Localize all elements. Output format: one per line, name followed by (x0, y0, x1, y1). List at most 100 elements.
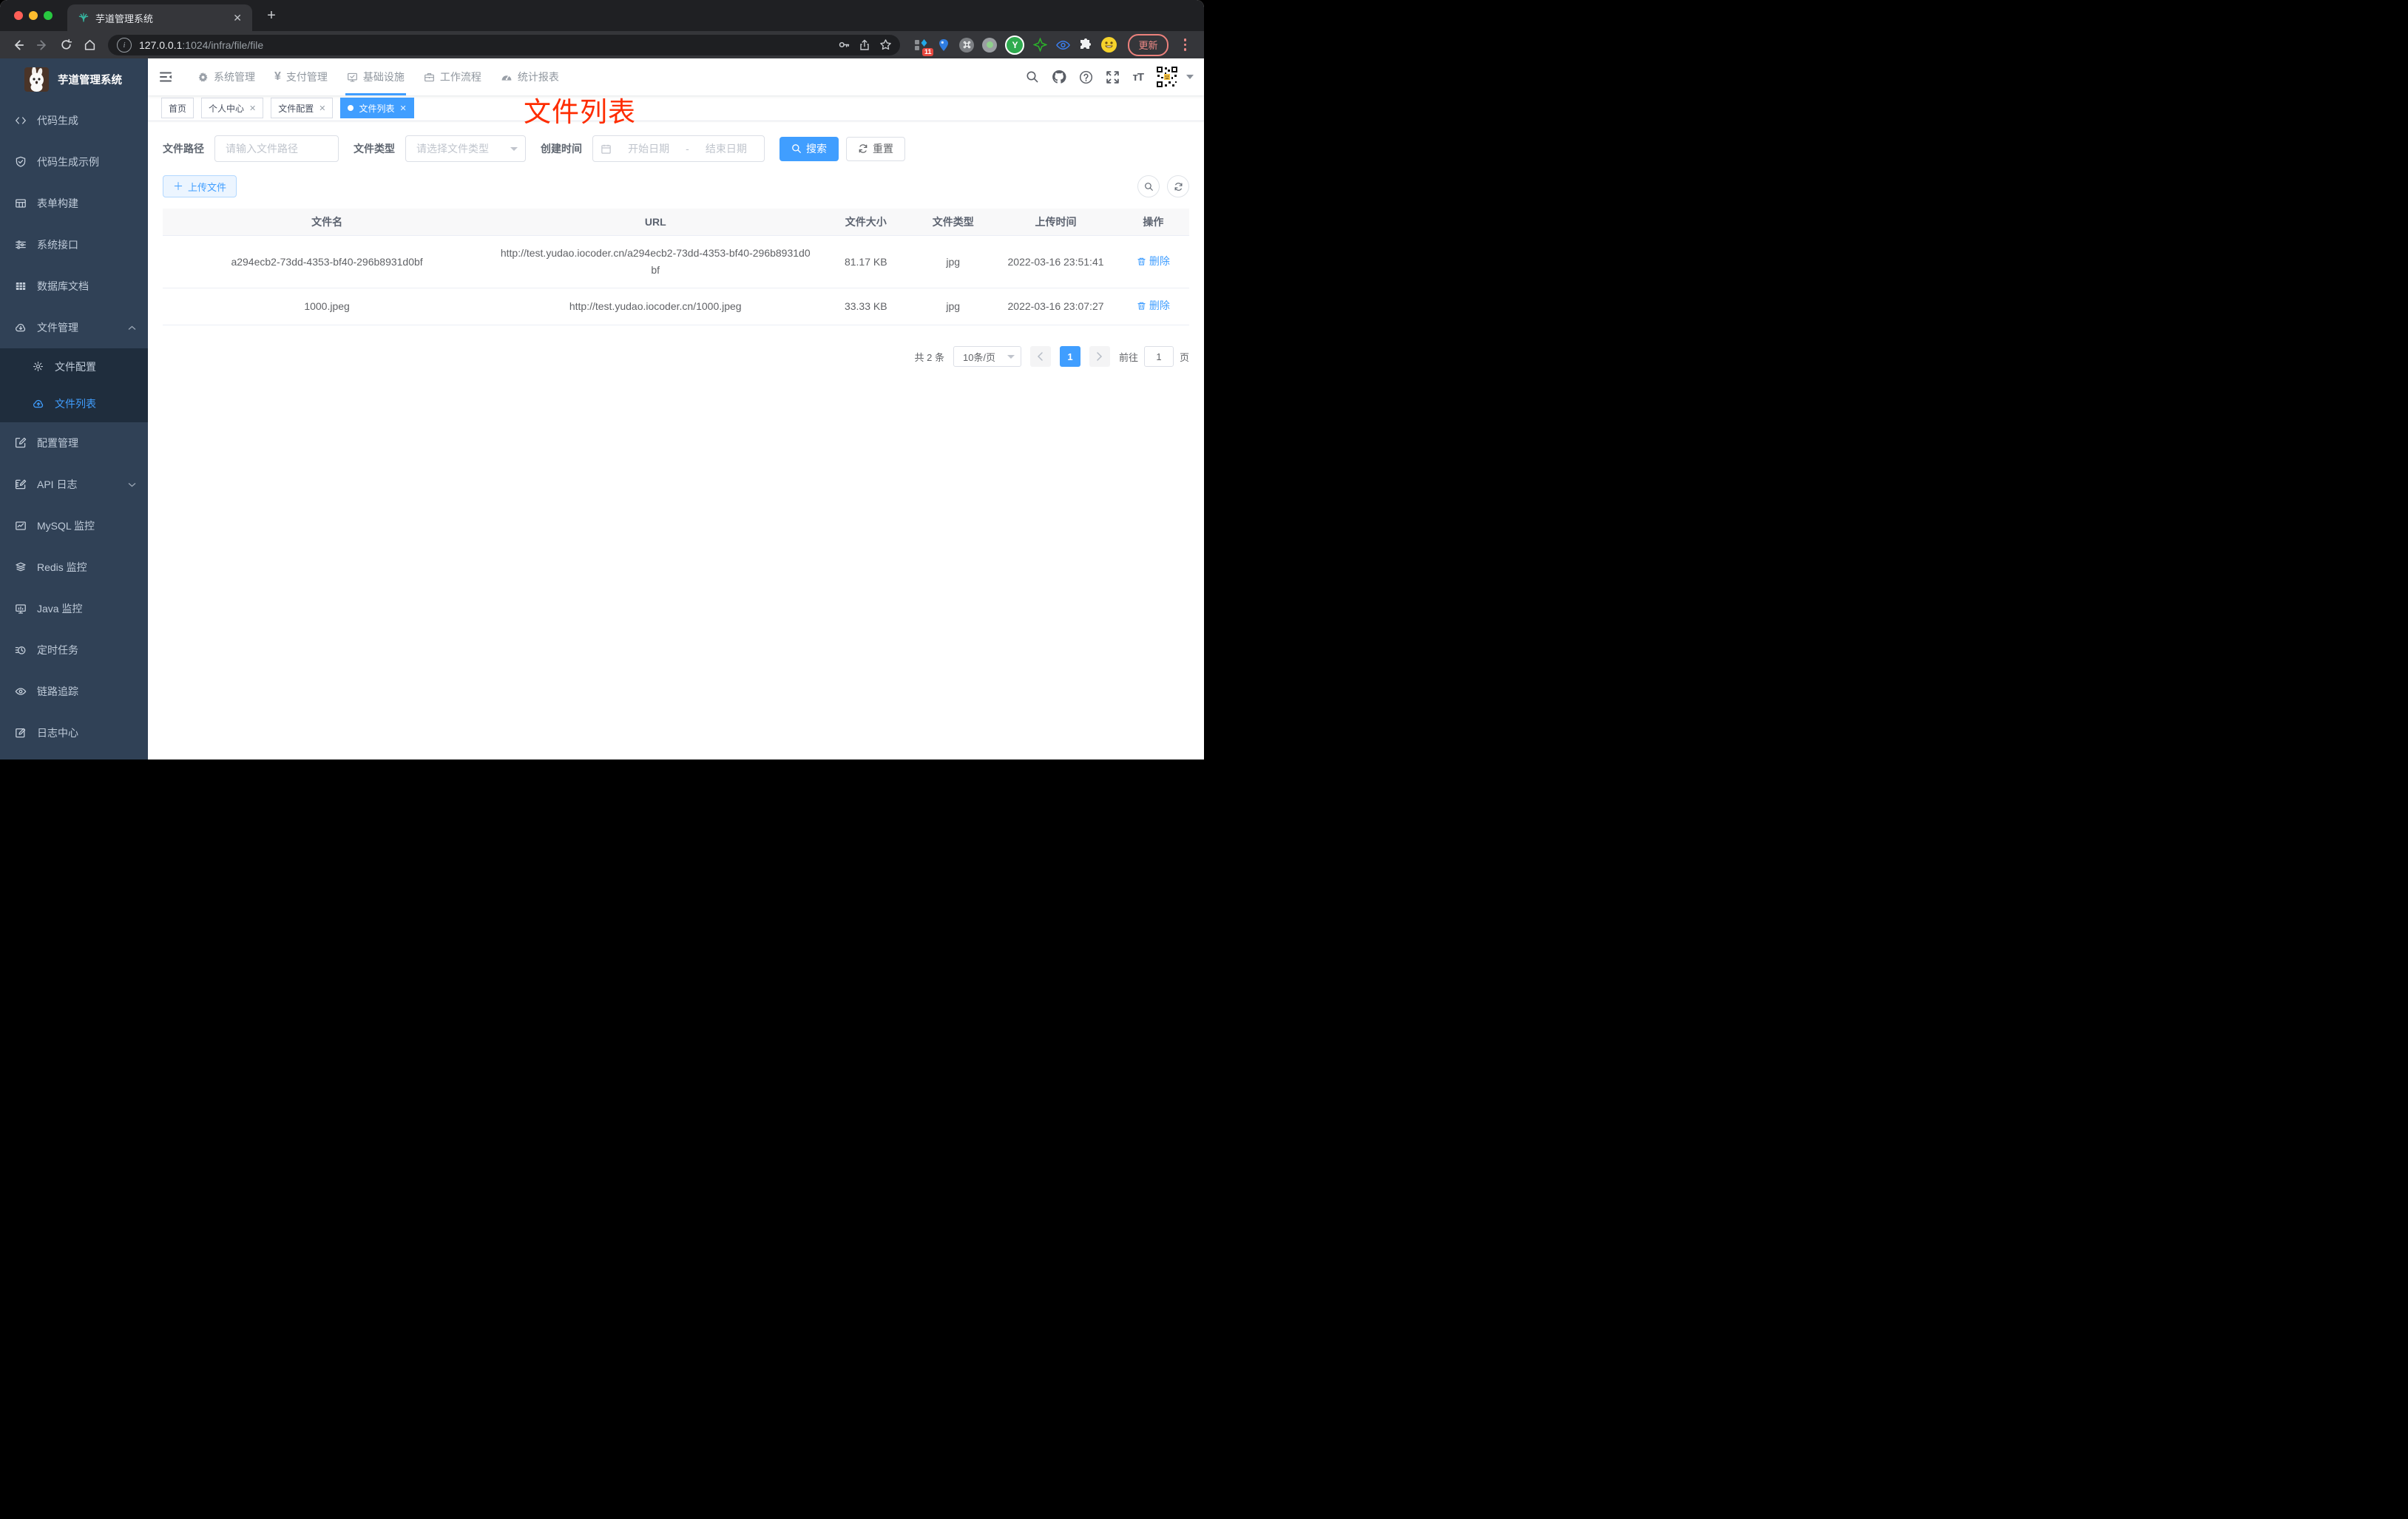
table-grid-icon (15, 280, 27, 292)
cloud-upload-icon (33, 398, 44, 410)
table-row: a294ecb2-73dd-4353-bf40-296b8931d0bf htt… (163, 235, 1189, 288)
monitor-check-icon (347, 72, 358, 83)
sidebar-item-tracing[interactable]: 链路追踪 (0, 671, 148, 712)
chevron-down-icon (128, 482, 136, 487)
date-end-placeholder: 结束日期 (705, 143, 747, 155)
sidebar-item-config-management[interactable]: 配置管理 (0, 422, 148, 464)
reload-icon[interactable] (55, 34, 77, 56)
extension-pin-icon[interactable] (936, 38, 951, 53)
next-page-button[interactable] (1089, 346, 1110, 367)
sidebar-item-form-builder[interactable]: 表单构建 (0, 183, 148, 224)
sidebar-item-label: 日志中心 (37, 727, 78, 739)
home-icon[interactable] (78, 34, 101, 56)
top-menu-infrastructure[interactable]: 基础设施 (337, 58, 414, 95)
close-icon[interactable]: ✕ (319, 104, 325, 113)
goto-page-input[interactable] (1143, 346, 1174, 367)
tab-close-icon[interactable]: ✕ (230, 11, 245, 24)
sidebar-item-java-monitor[interactable]: Java 监控 (0, 588, 148, 629)
extension-y-icon[interactable]: Y (1005, 35, 1025, 55)
sidebar-item-mysql-monitor[interactable]: MySQL 监控 (0, 505, 148, 547)
sidebar-item-code-generator[interactable]: 代码生成 (0, 100, 148, 141)
sidebar-item-label: 表单构建 (37, 197, 78, 209)
top-menu-payment[interactable]: ¥ 支付管理 (265, 58, 337, 95)
top-menu-system[interactable]: 系统管理 (188, 58, 265, 95)
file-type-label: 文件类型 (354, 143, 395, 155)
avatar-qr-image[interactable] (1156, 66, 1178, 88)
prev-page-button[interactable] (1029, 346, 1051, 367)
avatar-caret-icon[interactable] (1186, 75, 1194, 79)
extension-gray-dot-icon[interactable] (982, 37, 998, 53)
extension-star-icon[interactable] (1032, 38, 1047, 53)
top-menu-label: 系统管理 (214, 71, 255, 83)
close-window-button[interactable] (14, 11, 23, 20)
sidebar-item-redis-monitor[interactable]: Redis 监控 (0, 547, 148, 588)
bookmark-star-icon[interactable] (875, 35, 896, 55)
top-menu-reports[interactable]: 统计报表 (491, 58, 569, 95)
sidebar-item-system-api[interactable]: 系统接口 (0, 224, 148, 265)
extension-grid-icon[interactable]: 11 (913, 38, 934, 56)
sidebar-logo-row[interactable]: 芋道管理系统 (0, 58, 148, 100)
share-icon[interactable] (854, 35, 875, 55)
file-type-select[interactable]: 请选择文件类型 (405, 135, 526, 162)
browser-update-button[interactable]: 更新 (1128, 33, 1169, 56)
search-icon[interactable] (1026, 70, 1039, 84)
sidebar-item-db-doc[interactable]: 数据库文档 (0, 265, 148, 307)
browser-menu-icon[interactable] (1183, 38, 1186, 51)
cell-file-type: jpg (912, 235, 995, 288)
sidebar-item-file-config[interactable]: 文件配置 (0, 348, 148, 385)
close-icon[interactable]: ✕ (249, 104, 256, 113)
page-size-select[interactable]: 10条/页 (953, 346, 1021, 367)
sidebar-item-label: 链路追踪 (37, 686, 78, 697)
tag-label: 首页 (169, 103, 187, 114)
extensions-puzzle-icon[interactable] (1078, 38, 1093, 53)
extension-command-icon[interactable] (959, 37, 975, 53)
extension-eye-icon[interactable] (1055, 38, 1070, 53)
new-tab-button[interactable]: + (261, 5, 282, 26)
delete-button[interactable]: 删除 (1137, 297, 1170, 314)
font-size-icon[interactable]: тT (1132, 71, 1143, 84)
sidebar-item-log-center[interactable]: 日志中心 (0, 712, 148, 754)
top-menu-workflow[interactable]: 工作流程 (414, 58, 491, 95)
sidebar-item-scheduled-tasks[interactable]: 定时任务 (0, 629, 148, 671)
url-bar[interactable]: i 127.0.0.1:1024/infra/file/file (108, 34, 901, 55)
sidebar: 芋道管理系统 代码生成 代码生成示例 表单构建 系统接口 数据库文档 文件管理 … (0, 58, 148, 760)
minimize-window-button[interactable] (29, 11, 38, 20)
sidebar-item-label: Java 监控 (37, 603, 83, 615)
site-info-icon[interactable]: i (117, 37, 132, 53)
sidebar-fold-icon[interactable] (148, 70, 177, 84)
sidebar-item-file-list[interactable]: 文件列表 (0, 385, 148, 422)
search-button[interactable]: 搜索 (779, 136, 839, 161)
chevron-down-icon (1007, 354, 1015, 359)
github-icon[interactable] (1052, 70, 1066, 84)
close-icon[interactable]: ✕ (400, 104, 407, 113)
tag-file-list[interactable]: 文件列表 ✕ (340, 98, 414, 118)
password-key-icon[interactable] (833, 35, 854, 55)
col-file-size: 文件大小 (819, 209, 913, 236)
file-path-input[interactable] (214, 135, 339, 162)
delete-button[interactable]: 删除 (1137, 253, 1170, 270)
zoom-window-button[interactable] (44, 11, 53, 20)
tag-profile[interactable]: 个人中心 ✕ (201, 98, 264, 118)
sidebar-item-label: 代码生成 (37, 115, 78, 126)
fullscreen-icon[interactable] (1106, 70, 1120, 84)
extension-bar: 11 Y 更新 (907, 33, 1197, 56)
browser-tab[interactable]: 芋道管理系统 ✕ (67, 4, 252, 31)
cell-url: http://test.yudao.iocoder.cn/a294ecb2-73… (491, 235, 820, 288)
extension-emoji-icon[interactable] (1101, 37, 1117, 53)
upload-file-button[interactable]: ＋ 上传文件 (163, 175, 237, 197)
forward-icon[interactable] (31, 34, 53, 56)
col-file-name: 文件名 (163, 209, 492, 236)
date-range-picker[interactable]: 开始日期 - 结束日期 (592, 135, 765, 162)
help-icon[interactable] (1079, 70, 1093, 84)
refresh-table-icon[interactable] (1167, 175, 1189, 197)
sidebar-item-file-management[interactable]: 文件管理 (0, 307, 148, 348)
back-icon[interactable] (7, 34, 30, 56)
current-page-button[interactable]: 1 (1059, 346, 1080, 367)
url-text[interactable]: 127.0.0.1:1024/infra/file/file (139, 39, 833, 51)
sidebar-item-api-log[interactable]: API 日志 (0, 464, 148, 505)
sidebar-item-code-demo[interactable]: 代码生成示例 (0, 141, 148, 183)
show-search-icon[interactable] (1137, 175, 1160, 197)
reset-button[interactable]: 重置 (846, 136, 905, 161)
tag-home[interactable]: 首页 (161, 98, 195, 118)
tag-file-config[interactable]: 文件配置 ✕ (271, 98, 334, 118)
